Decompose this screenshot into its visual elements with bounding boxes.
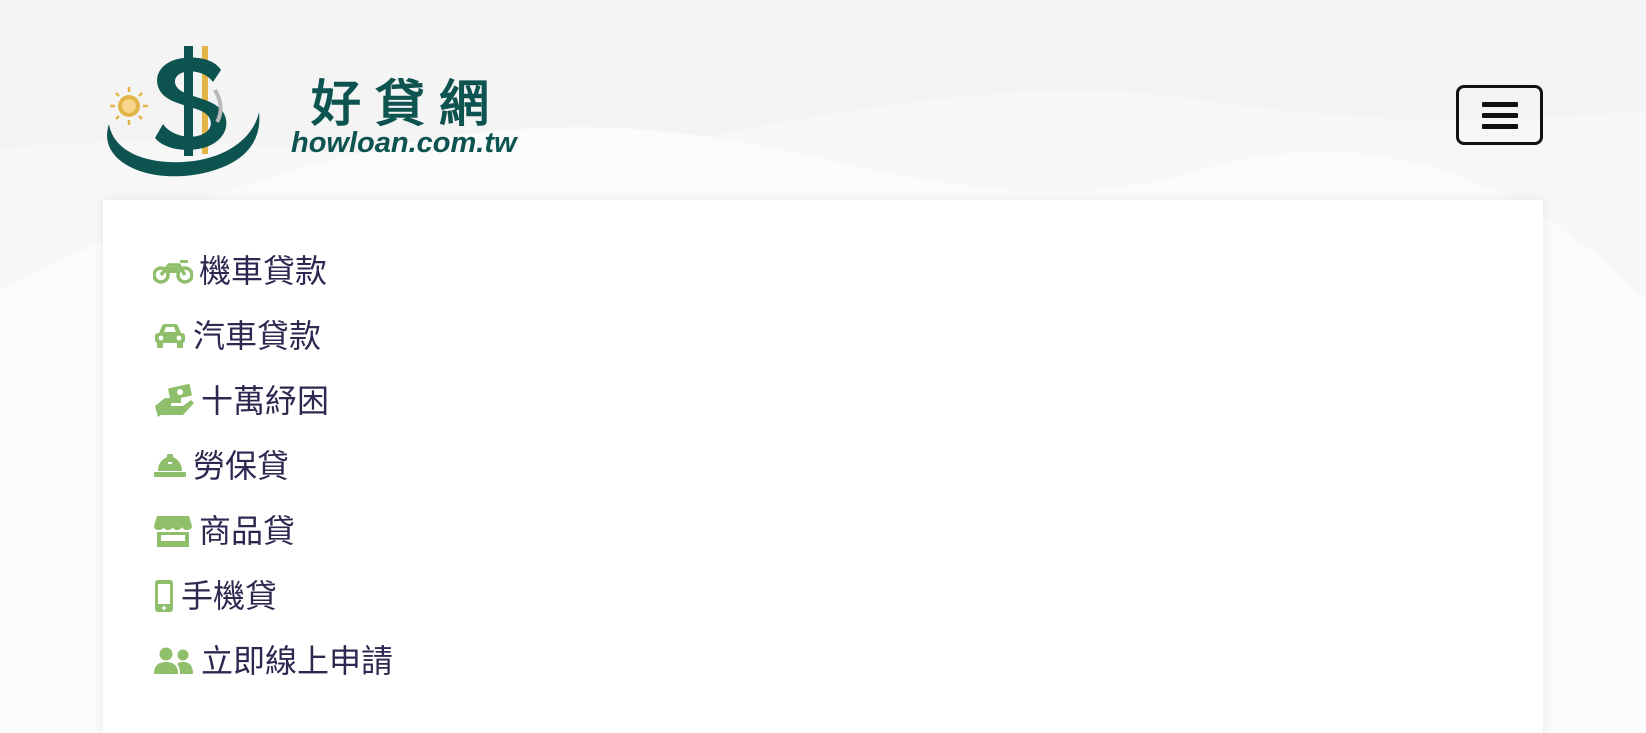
users-icon (153, 646, 195, 676)
car-icon (153, 322, 187, 350)
nav-item-product-loan[interactable]: 商品貸 (153, 498, 393, 563)
hamburger-icon (1482, 100, 1518, 130)
mobile-phone-icon (153, 579, 175, 613)
store-icon (153, 514, 193, 548)
nav-item-label: 勞保貸 (193, 446, 290, 485)
nav-item-apply-online[interactable]: 立即線上申請 (153, 628, 393, 693)
nav-item-car-loan[interactable]: 汽車貸款 (153, 303, 393, 368)
nav-item-label: 十萬紓困 (201, 381, 330, 420)
nav-item-label: 汽車貸款 (193, 316, 322, 355)
nav-item-label: 手機貸 (181, 576, 278, 615)
nav-menu-panel: 機車貸款 汽車貸款 十萬紓困 勞保貸 商品貸 手機貸 立即線上申請 (103, 200, 1543, 733)
page: 好貸網 howloan.com.tw 機車貸款 汽車貸款 十萬紓困 勞保貸 商品… (0, 0, 1646, 733)
hamburger-menu-button[interactable] (1456, 85, 1543, 145)
motorcycle-icon (153, 257, 193, 285)
nav-item-label: 機車貸款 (199, 251, 328, 290)
nav-item-relief-loan[interactable]: 十萬紓困 (153, 368, 393, 433)
hard-hat-icon (153, 452, 187, 480)
site-header: 好貸網 howloan.com.tw (0, 0, 1646, 200)
hand-holding-money-icon (153, 383, 195, 418)
site-logo[interactable]: 好貸網 howloan.com.tw (103, 42, 523, 187)
brand-domain: howloan.com.tw (291, 127, 517, 159)
nav-item-motorcycle-loan[interactable]: 機車貸款 (153, 238, 393, 303)
nav-item-label: 立即線上申請 (201, 641, 394, 680)
dollar-logo-icon (107, 46, 260, 177)
nav-item-phone-loan[interactable]: 手機貸 (153, 563, 393, 628)
nav-menu-list: 機車貸款 汽車貸款 十萬紓困 勞保貸 商品貸 手機貸 立即線上申請 (153, 238, 393, 693)
brand-name: 好貸網 (311, 75, 503, 133)
nav-item-labor-insurance-loan[interactable]: 勞保貸 (153, 433, 393, 498)
nav-item-label: 商品貸 (199, 511, 296, 550)
